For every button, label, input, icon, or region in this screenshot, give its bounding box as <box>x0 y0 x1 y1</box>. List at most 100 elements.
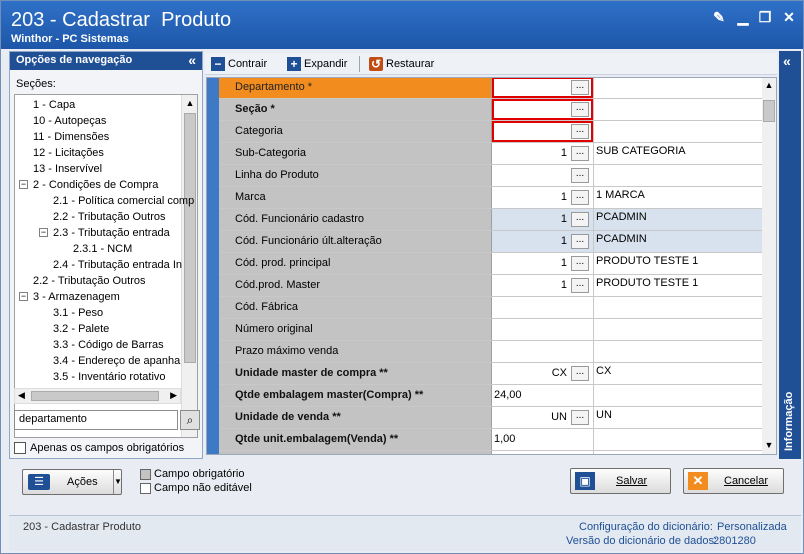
field-value-input[interactable] <box>492 341 594 362</box>
restore-icon: ↺ <box>369 57 383 72</box>
grid-row[interactable]: Prazo máximo venda <box>219 341 762 363</box>
tree-item[interactable]: 2.2 - Tributação Outros <box>53 209 166 225</box>
collapse-panel-icon[interactable]: « <box>188 52 196 68</box>
grid-vertical-scrollbar[interactable]: ▲ ▼ <box>760 78 776 454</box>
restore-button[interactable]: ↺ Restaurar <box>369 56 434 72</box>
field-description <box>594 385 762 406</box>
grid-row[interactable]: Qtde unit.embalagem(Venda) ** 1,00 <box>219 429 762 451</box>
tree-horizontal-scrollbar[interactable]: ◀ ▶ <box>14 388 181 404</box>
grid-row[interactable]: Cód.prod. Master 1 PRODUTO TESTE 1... <box>219 275 762 297</box>
minimize-icon[interactable]: ▁ <box>735 9 751 25</box>
save-label: Salvar <box>616 475 648 487</box>
readonly-legend-swatch <box>140 483 151 494</box>
search-icon[interactable]: ⌕ <box>180 410 200 430</box>
field-value-input[interactable] <box>492 319 594 340</box>
tree-item[interactable]: 2.2 - Tributação Outros <box>33 273 146 289</box>
grid-scroll-thumb[interactable] <box>763 100 775 122</box>
grid-row[interactable]: Cód. prod. principal 1 PRODUTO TESTE 1... <box>219 253 762 275</box>
lookup-button[interactable]: ... <box>571 234 589 249</box>
lookup-button[interactable]: ... <box>571 454 589 455</box>
grid-scroll-down-icon[interactable]: ▼ <box>761 440 776 450</box>
cancel-button[interactable]: ✕ Cancelar <box>683 468 784 494</box>
tree-item[interactable]: 3.2 - Palete <box>53 321 109 337</box>
actions-button[interactable]: ☰ Ações ▼ <box>22 469 122 495</box>
scroll-right-icon[interactable]: ▶ <box>170 390 177 401</box>
field-value-input[interactable] <box>492 451 594 454</box>
grid-scroll-up-icon[interactable]: ▲ <box>761 80 776 90</box>
expand-info-panel-icon[interactable]: « <box>783 53 791 69</box>
grid-row[interactable]: Marca 1 1 MARCA... <box>219 187 762 209</box>
tree-item[interactable]: 11 - Dimensões <box>33 129 109 145</box>
actions-icon: ☰ <box>28 474 50 490</box>
lookup-button[interactable]: ... <box>571 410 589 425</box>
tree-item[interactable]: 2.3.1 - NCM <box>73 241 132 257</box>
tree-item[interactable]: 3.1 - Peso <box>53 305 103 321</box>
field-value-input[interactable] <box>492 297 594 318</box>
field-value-input[interactable]: 1,00 <box>492 429 594 450</box>
tree-toggle-icon[interactable]: − <box>19 292 28 301</box>
grid-row[interactable]: Unidade de venda ** UN UN... <box>219 407 762 429</box>
tree-item[interactable]: 2 - Condições de Compra <box>33 177 158 193</box>
expand-button[interactable]: + Expandir <box>287 56 347 72</box>
horizontal-scroll-thumb[interactable] <box>31 391 159 401</box>
field-description <box>594 451 762 454</box>
grid-row[interactable]: Sub-Categoria 1 SUB CATEGORIA... <box>219 143 762 165</box>
expand-label: Expandir <box>304 58 348 70</box>
field-label: Cód. Funcionário cadastro <box>219 209 492 230</box>
only-required-checkbox[interactable] <box>14 442 26 454</box>
tree-item[interactable]: 1 - Capa <box>33 97 75 113</box>
grid-row[interactable]: Unidade master de compra ** CX CX... <box>219 363 762 385</box>
lookup-button[interactable]: ... <box>571 168 589 183</box>
lookup-button[interactable]: ... <box>571 190 589 205</box>
information-panel[interactable]: « Informação <box>779 51 801 459</box>
lookup-button[interactable]: ... <box>571 366 589 381</box>
tree-item[interactable]: 3 - Armazenagem <box>33 289 120 305</box>
save-icon: ▣ <box>575 472 595 490</box>
scroll-left-icon[interactable]: ◀ <box>18 390 25 401</box>
grid-row[interactable]: Categoria... <box>219 121 762 143</box>
save-button[interactable]: ▣ Salvar <box>570 468 671 494</box>
grid-row[interactable]: Cód. Fábrica <box>219 297 762 319</box>
grid-row[interactable]: Unidade Tributável... <box>219 451 762 455</box>
grid-row[interactable]: Departamento *... <box>219 78 762 99</box>
field-description: PRODUTO TESTE 1 <box>594 275 762 296</box>
tree-item[interactable]: 12 - Licitações <box>33 145 104 161</box>
field-value-input[interactable]: 24,00 <box>492 385 594 406</box>
collapse-button[interactable]: − Contrair <box>211 56 267 72</box>
tree-item[interactable]: 2.1 - Política comercial comp <box>53 193 194 209</box>
chevron-down-icon[interactable]: ▼ <box>113 470 122 494</box>
lookup-button[interactable]: ... <box>571 256 589 271</box>
tree-toggle-icon[interactable]: − <box>19 180 28 189</box>
tree-item[interactable]: 3.4 - Endereço de apanha <box>53 353 180 369</box>
sections-tree[interactable]: ▲ ▼ 1 - Capa10 - Autopeças11 - Dimensões… <box>14 94 198 438</box>
field-description <box>594 341 762 362</box>
grid-row[interactable]: Cód. Funcionário cadastro 1 PCADMIN... <box>219 209 762 231</box>
section-search-input[interactable]: departamento <box>14 410 178 430</box>
tree-scroll-thumb[interactable] <box>184 113 196 363</box>
grid-row[interactable]: Número original <box>219 319 762 341</box>
close-icon[interactable]: ✕ <box>781 9 797 25</box>
grid-row[interactable]: Linha do Produto... <box>219 165 762 187</box>
grid-row[interactable]: Cód. Funcionário últ.alteração 1 PCADMIN..… <box>219 231 762 253</box>
tree-item[interactable]: 2.3 - Tributação entrada <box>53 225 170 241</box>
scroll-up-icon[interactable]: ▲ <box>182 95 197 111</box>
tree-item[interactable]: 3.3 - Código de Barras <box>53 337 164 353</box>
lookup-button[interactable]: ... <box>571 212 589 227</box>
required-field-highlight <box>492 78 593 98</box>
edit-window-icon[interactable]: ✎ <box>711 9 727 25</box>
tree-toggle-icon[interactable]: − <box>39 228 48 237</box>
grid-row[interactable]: Seção *... <box>219 99 762 121</box>
tree-vertical-scrollbar[interactable]: ▲ ▼ <box>181 95 197 437</box>
lookup-button[interactable]: ... <box>571 278 589 293</box>
maximize-icon[interactable]: ❐ <box>757 9 773 25</box>
tree-item[interactable]: 2.4 - Tributação entrada In <box>53 257 182 273</box>
tree-item[interactable]: 3.5 - Inventário rotativo <box>53 369 166 385</box>
field-description: PRODUTO TESTE 1 <box>594 253 762 274</box>
grid-row[interactable]: Qtde embalagem master(Compra) ** 24,00 <box>219 385 762 407</box>
field-description: 1 MARCA <box>594 187 762 208</box>
tree-item[interactable]: 13 - Inservível <box>33 161 102 177</box>
field-description <box>594 297 762 318</box>
tree-item[interactable]: 10 - Autopeças <box>33 113 106 129</box>
lookup-button[interactable]: ... <box>571 146 589 161</box>
readonly-legend-label: Campo não editável <box>154 482 252 494</box>
